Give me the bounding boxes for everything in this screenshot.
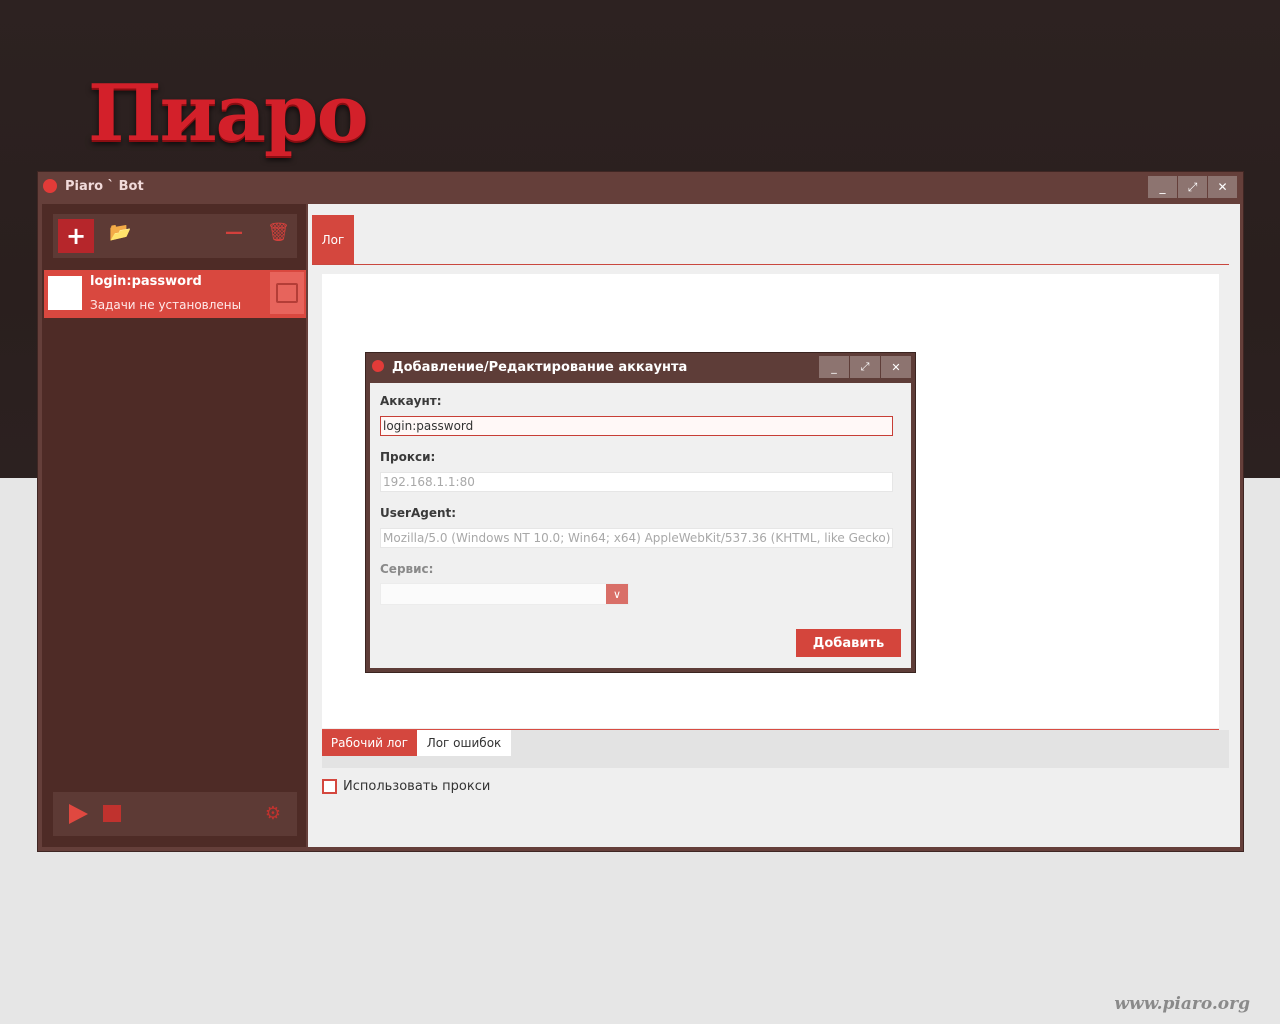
watermark: www.piaro.org xyxy=(1114,994,1250,1014)
chevron-down-icon[interactable]: ∨ xyxy=(606,584,628,604)
app-icon xyxy=(43,179,57,193)
titlebar: Piaro ` Bot _ ⤢ ✕ xyxy=(38,172,1243,204)
proxy-input[interactable]: 192.168.1.1:80 xyxy=(380,472,893,492)
account-input[interactable]: login:password xyxy=(380,416,893,436)
minus-icon[interactable]: — xyxy=(225,222,243,243)
add-button[interactable]: Добавить xyxy=(796,629,901,657)
dialog-close-button[interactable]: ✕ xyxy=(881,356,911,378)
window-title: Piaro ` Bot xyxy=(65,179,144,194)
service-label: Сервис: xyxy=(380,562,434,576)
run-controls: ⚙ xyxy=(53,792,297,836)
window-controls: _ ⤢ ✕ xyxy=(1148,176,1237,198)
tab-work-log[interactable]: Рабочий лог xyxy=(322,730,417,756)
log-subtabs: Рабочий лог Лог ошибок xyxy=(322,730,1229,768)
minimize-button[interactable]: _ xyxy=(1148,176,1177,198)
close-button[interactable]: ✕ xyxy=(1208,176,1237,198)
account-dialog: Добавление/Редактирование аккаунта _ ⤢ ✕… xyxy=(365,352,916,673)
proxy-label: Прокси: xyxy=(380,450,436,464)
avatar xyxy=(48,276,82,310)
dialog-maximize-button[interactable]: ⤢ xyxy=(850,356,880,378)
folder-icon[interactable]: 📂 xyxy=(109,222,131,243)
add-account-button[interactable]: + xyxy=(58,219,94,253)
account-label: Аккаунт: xyxy=(380,394,442,408)
vk-icon xyxy=(276,283,298,303)
dialog-body: Аккаунт: login:password Прокси: 192.168.… xyxy=(370,383,911,668)
useragent-input[interactable]: Mozilla/5.0 (Windows NT 10.0; Win64; x64… xyxy=(380,528,893,548)
stop-icon[interactable] xyxy=(103,805,121,822)
use-proxy-checkbox[interactable] xyxy=(322,779,337,794)
piaro-logo: Пиаро xyxy=(88,68,369,159)
gear-icon[interactable]: ⚙ xyxy=(265,803,281,824)
account-toolbar: + 📂 — 🗑 xyxy=(53,214,297,258)
tab-error-log[interactable]: Лог ошибок xyxy=(417,730,511,756)
trash-icon[interactable]: 🗑 xyxy=(267,222,290,243)
use-proxy-label: Использовать прокси xyxy=(343,779,491,794)
useragent-label: UserAgent: xyxy=(380,506,457,520)
account-login: login:password xyxy=(90,274,202,289)
play-icon[interactable] xyxy=(69,804,88,824)
dialog-controls: _ ⤢ ✕ xyxy=(819,356,911,378)
dialog-app-icon xyxy=(372,360,384,372)
dialog-minimize-button[interactable]: _ xyxy=(819,356,849,378)
sidebar: + 📂 — 🗑 login:password Задачи не установ… xyxy=(42,204,306,847)
tab-log[interactable]: Лог xyxy=(312,215,354,265)
dialog-title: Добавление/Редактирование аккаунта xyxy=(392,360,688,375)
tab-divider xyxy=(312,264,1229,265)
service-select[interactable]: ∨ xyxy=(380,583,629,605)
maximize-button[interactable]: ⤢ xyxy=(1178,176,1207,198)
account-service-button[interactable] xyxy=(270,272,304,314)
account-status: Задачи не установлены xyxy=(90,298,242,312)
account-list-item[interactable]: login:password Задачи не установлены xyxy=(44,270,306,318)
